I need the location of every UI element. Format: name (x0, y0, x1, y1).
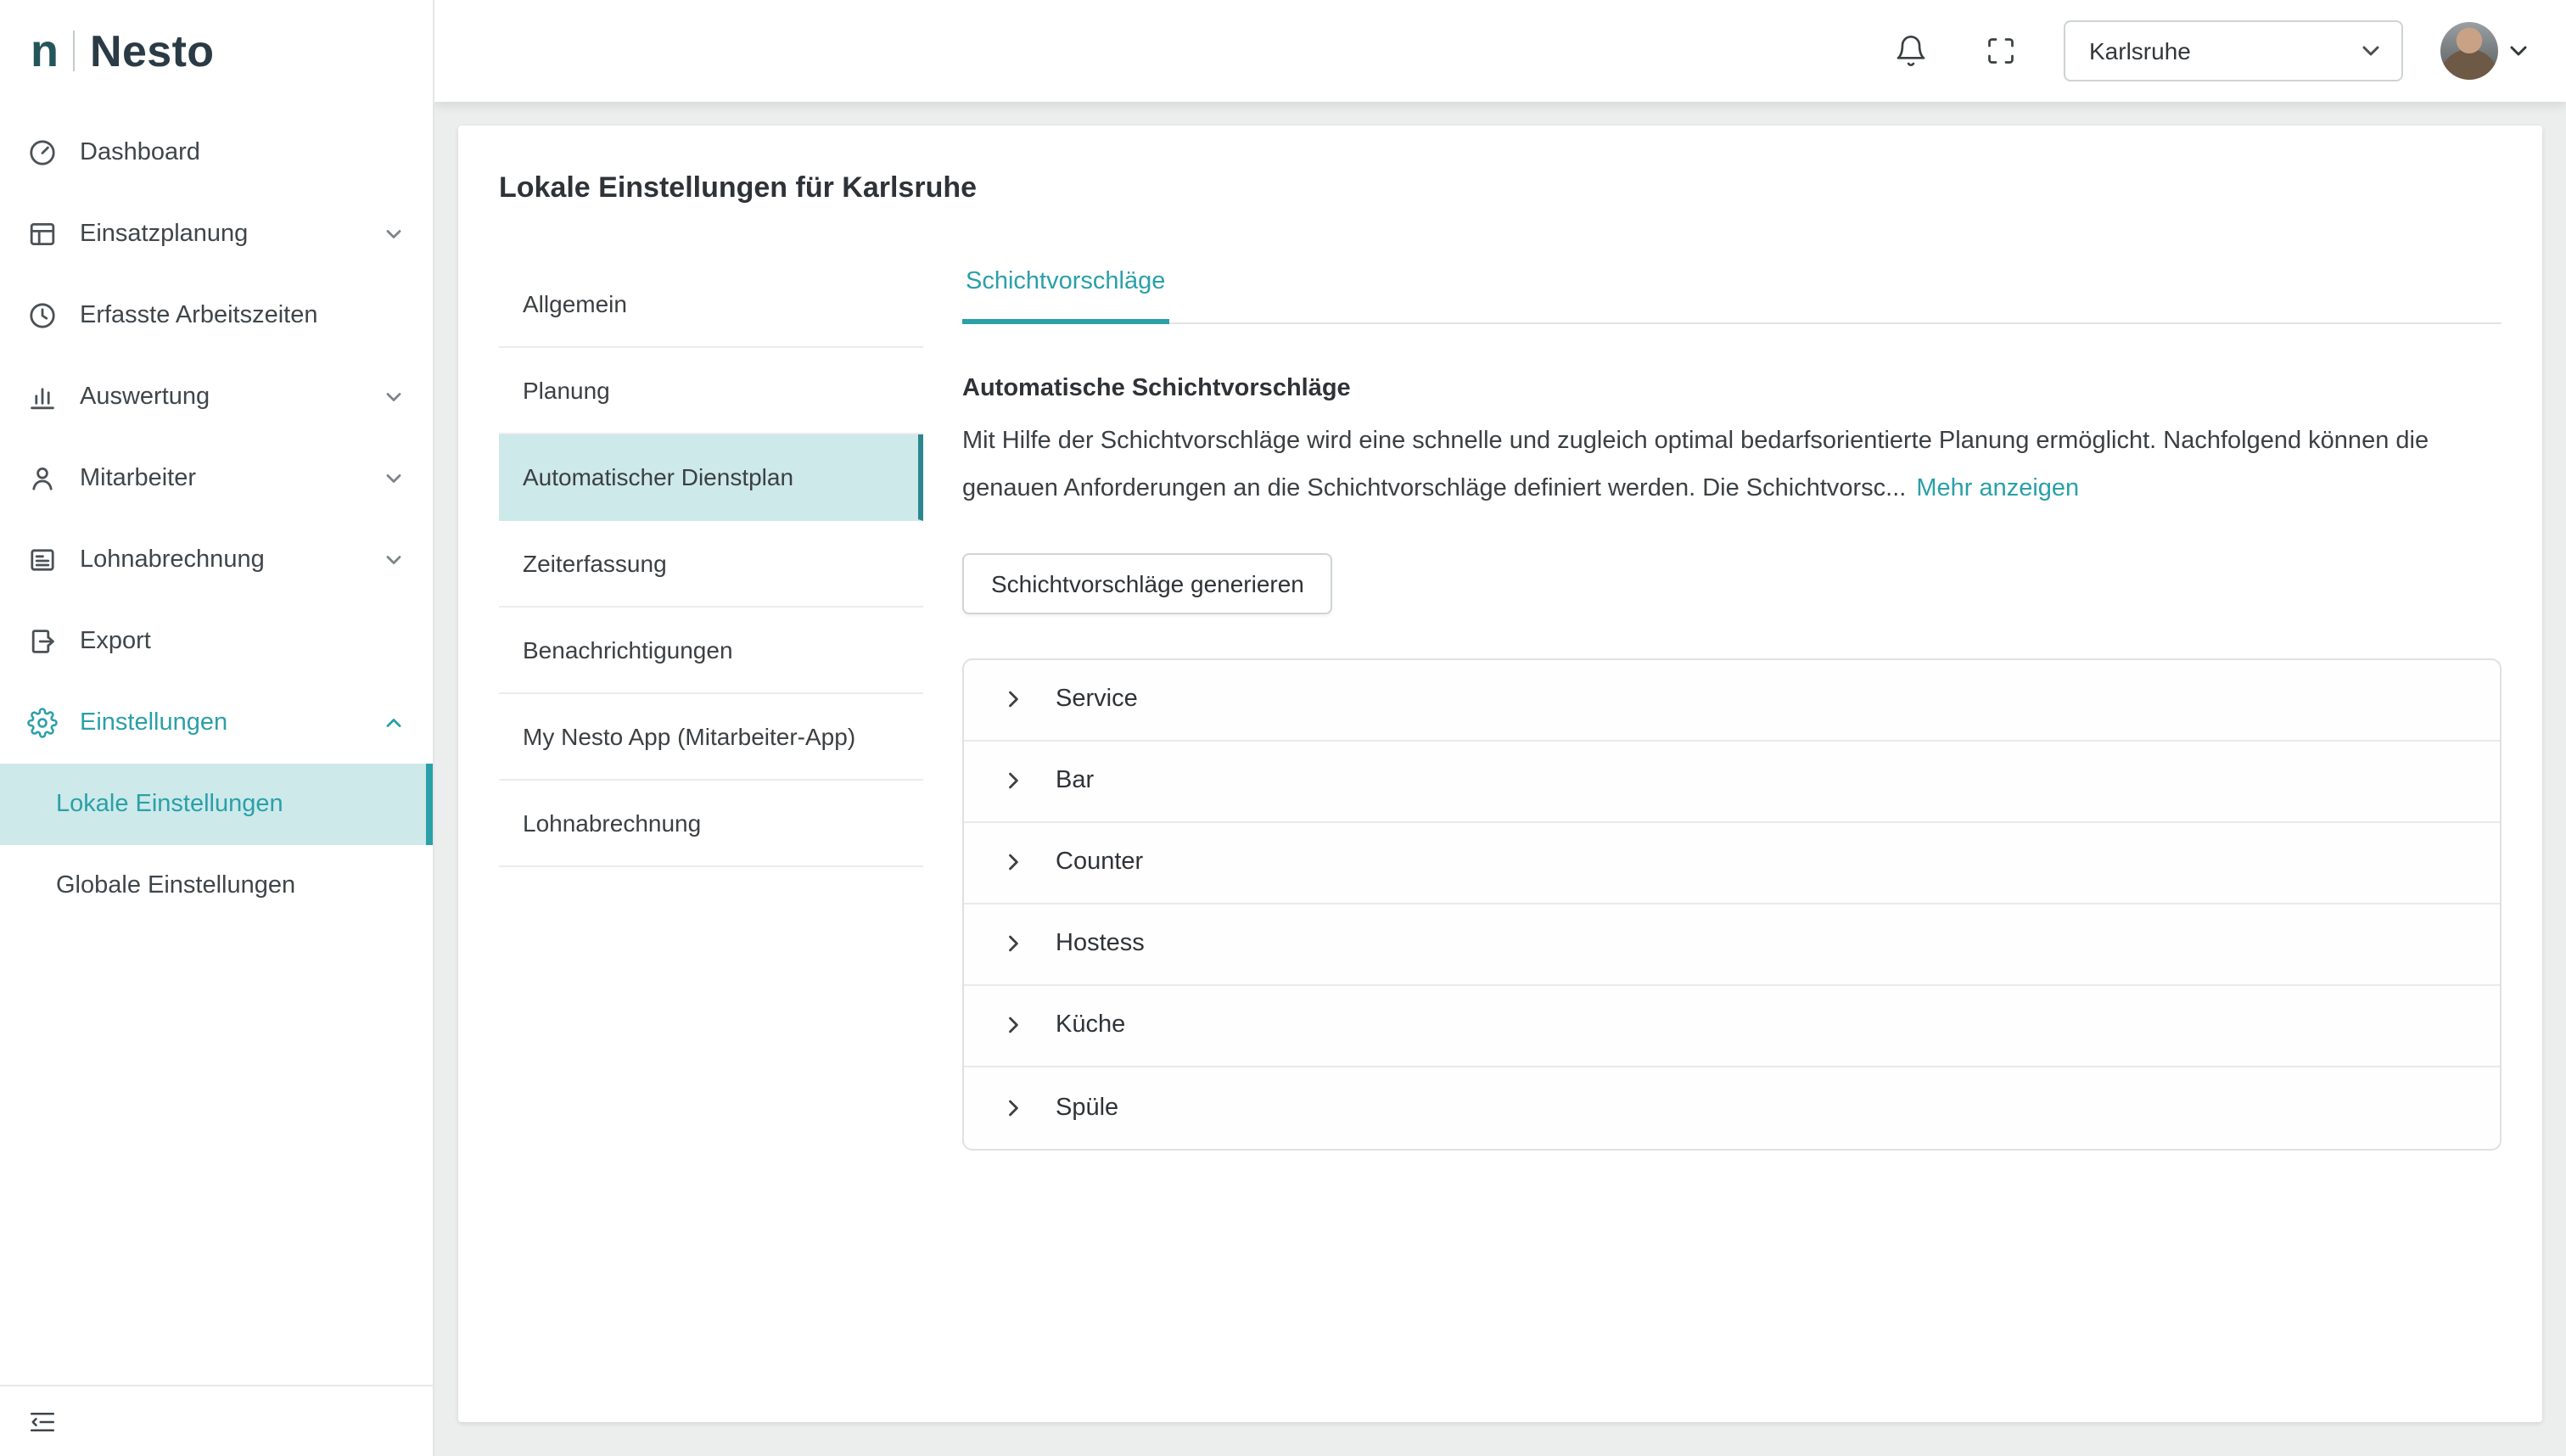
settings-card: Lokale Einstellungen für Karlsruhe Allge… (458, 126, 2542, 1422)
generate-shift-suggestions-button[interactable]: Schichtvorschläge generieren (962, 553, 1333, 614)
sidebar-item-erfasste-arbeitszeiten[interactable]: Erfasste Arbeitszeiten (0, 275, 433, 356)
chevron-down-icon (2357, 37, 2384, 64)
settings-nav-zeiterfassung[interactable]: Zeiterfassung (499, 521, 923, 608)
settings-nav: Allgemein Planung Automatischer Dienstpl… (499, 261, 923, 867)
sidebar-item-label: Einstellungen (80, 709, 382, 736)
chevron-up-icon (382, 711, 406, 735)
sidebar-item-einsatzplanung[interactable]: Einsatzplanung (0, 193, 433, 275)
bell-icon[interactable] (1894, 34, 1928, 68)
brand-divider (73, 31, 75, 71)
chevron-right-icon (1001, 932, 1025, 956)
sidebar-item-label: Auswertung (80, 384, 382, 411)
chevron-right-icon (1001, 770, 1025, 793)
accordion-label: Küche (1056, 1012, 1125, 1039)
payroll-document-icon (27, 545, 58, 575)
main-area: Lokale Einstellungen für Karlsruhe Allge… (434, 102, 2566, 1456)
shift-groups-accordion: Service Bar Counter (962, 658, 2502, 1151)
chevron-down-icon (382, 385, 406, 409)
sidebar-item-mitarbeiter[interactable]: Mitarbeiter (0, 438, 433, 519)
sidebar-item-einstellungen[interactable]: Einstellungen (0, 682, 433, 764)
location-select-value: Karlsruhe (2089, 37, 2191, 64)
planning-grid-icon (27, 219, 58, 249)
sidebar-item-dashboard[interactable]: Dashboard (0, 112, 433, 193)
collapse-sidebar-icon[interactable] (27, 1406, 58, 1436)
sidebar-subitem-label: Lokale Einstellungen (56, 791, 283, 818)
accordion-row-spuele[interactable]: Spüle (964, 1067, 2500, 1149)
accordion-label: Service (1056, 686, 1138, 714)
chevron-down-icon (382, 548, 406, 572)
sidebar-item-globale-einstellungen[interactable]: Globale Einstellungen (0, 845, 433, 927)
bar-chart-icon (27, 382, 58, 412)
person-icon (27, 463, 58, 494)
tab-schichtvorschlaege[interactable]: Schichtvorschläge (962, 261, 1168, 324)
brand-mark: n (31, 25, 58, 77)
settings-nav-my-nesto-app[interactable]: My Nesto App (Mitarbeiter-App) (499, 694, 923, 781)
sidebar-spacer (0, 927, 433, 1385)
chevron-right-icon (1001, 851, 1025, 875)
section-title: Automatische Schichtvorschläge (962, 375, 2502, 402)
sidebar-item-label: Erfasste Arbeitszeiten (80, 302, 406, 329)
chevron-down-icon (2505, 37, 2532, 64)
accordion-row-hostess[interactable]: Hostess (964, 904, 2500, 986)
chevron-right-icon (1001, 1014, 1025, 1038)
settings-nav-benachrichtigungen[interactable]: Benachrichtigungen (499, 608, 923, 694)
sidebar-item-label: Export (80, 628, 406, 655)
sidebar-item-label: Dashboard (80, 139, 406, 166)
accordion-label: Hostess (1056, 931, 1145, 958)
show-more-link[interactable]: Mehr anzeigen (1916, 475, 2079, 502)
app: n Nesto Dashboard Einsatzplanung (0, 0, 2566, 1456)
accordion-label: Bar (1056, 768, 1094, 795)
sidebar-item-label: Lohnabrechnung (80, 546, 382, 574)
avatar (2440, 22, 2498, 80)
accordion-row-kueche[interactable]: Küche (964, 986, 2500, 1067)
description-text: Mit Hilfe der Schichtvorschläge wird ein… (962, 428, 2429, 502)
accordion-label: Spüle (1056, 1095, 1118, 1122)
settings-nav-automatischer-dienstplan[interactable]: Automatischer Dienstplan (499, 434, 923, 521)
clock-icon (27, 300, 58, 331)
user-menu[interactable] (2440, 22, 2532, 80)
accordion-row-service[interactable]: Service (964, 660, 2500, 742)
chevron-down-icon (382, 222, 406, 246)
maximize-icon[interactable] (1986, 36, 2016, 66)
settings-nav-allgemein[interactable]: Allgemein (499, 261, 923, 348)
page-title: Lokale Einstellungen für Karlsruhe (499, 171, 2502, 205)
sidebar-nav: Dashboard Einsatzplanung Erfasste Arbeit… (0, 102, 433, 927)
chevron-right-icon (1001, 1096, 1025, 1120)
chevron-right-icon (1001, 688, 1025, 712)
sidebar-item-label: Einsatzplanung (80, 221, 382, 248)
brand-logo[interactable]: n Nesto (0, 0, 433, 102)
section-description: Mit Hilfe der Schichtvorschläge wird ein… (962, 419, 2502, 514)
settings-content: Schichtvorschläge Automatische Schichtvo… (962, 261, 2502, 1151)
sidebar-item-lohnabrechnung[interactable]: Lohnabrechnung (0, 519, 433, 601)
sidebar-item-export[interactable]: Export (0, 601, 433, 682)
sidebar-item-auswertung[interactable]: Auswertung (0, 356, 433, 438)
settings-nav-lohnabrechnung[interactable]: Lohnabrechnung (499, 781, 923, 867)
location-select[interactable]: Karlsruhe (2064, 20, 2403, 81)
sidebar-item-lokale-einstellungen[interactable]: Lokale Einstellungen (0, 764, 433, 845)
accordion-row-bar[interactable]: Bar (964, 742, 2500, 823)
chevron-down-icon (382, 467, 406, 490)
settings-nav-planung[interactable]: Planung (499, 348, 923, 434)
export-icon (27, 626, 58, 657)
accordion-label: Counter (1056, 849, 1143, 876)
sidebar-subitem-label: Globale Einstellungen (56, 872, 295, 899)
brand-name: Nesto (90, 25, 215, 77)
accordion-row-counter[interactable]: Counter (964, 823, 2500, 904)
sidebar: n Nesto Dashboard Einsatzplanung (0, 0, 434, 1456)
dashboard-icon (27, 137, 58, 168)
sidebar-footer (0, 1385, 433, 1456)
tab-bar: Schichtvorschläge (962, 261, 2502, 324)
sidebar-item-label: Mitarbeiter (80, 465, 382, 492)
topbar: Karlsruhe (434, 0, 2566, 102)
gear-icon (27, 708, 58, 738)
